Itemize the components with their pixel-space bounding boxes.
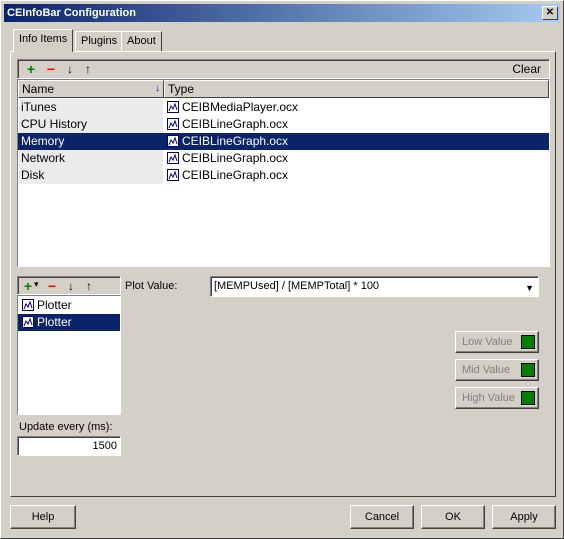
ocx-file-icon	[167, 169, 179, 181]
cancel-label: Cancel	[364, 511, 400, 523]
ocx-file-icon	[167, 118, 179, 130]
low-color-swatch	[521, 335, 535, 349]
move-up-icon[interactable]: ↑	[82, 279, 96, 293]
column-header-label: Type	[168, 82, 195, 96]
item-type: CEIBLineGraph.ocx	[165, 116, 288, 133]
mid-value-color-button[interactable]: Mid Value	[455, 359, 539, 381]
item-type: CEIBLineGraph.ocx	[165, 167, 288, 184]
low-value-color-button[interactable]: Low Value	[455, 331, 539, 353]
remove-icon[interactable]: −	[44, 62, 58, 76]
update-interval-input[interactable]: 1500	[17, 436, 121, 456]
mid-color-swatch	[521, 363, 535, 377]
add-plotter-icon[interactable]: +	[21, 279, 35, 293]
close-button[interactable]: ✕	[542, 6, 558, 20]
high-value-label: High Value	[462, 392, 515, 404]
title-bar: CEInfoBar Configuration ✕	[4, 4, 560, 22]
plotter-icon	[22, 299, 34, 311]
list-item[interactable]: Memory CEIBLineGraph.ocx	[18, 133, 549, 150]
high-value-color-button[interactable]: High Value	[455, 387, 539, 409]
ocx-file-icon	[167, 101, 179, 113]
move-down-icon[interactable]: ↓	[64, 279, 78, 293]
cancel-button[interactable]: Cancel	[350, 505, 414, 529]
move-up-icon[interactable]: ↑	[81, 62, 95, 76]
item-name: CPU History	[19, 116, 163, 133]
item-type: CEIBMediaPlayer.ocx	[165, 99, 298, 116]
add-dropdown-icon[interactable]: ▾	[34, 279, 39, 290]
update-interval-value: 1500	[92, 440, 117, 452]
config-window: CEInfoBar Configuration ✕ Info Items Plu…	[0, 0, 564, 539]
help-label: Help	[31, 511, 55, 523]
mid-value-label: Mid Value	[462, 364, 511, 376]
sort-arrow-icon: ↓	[155, 83, 160, 94]
plotter-label-wrap: Plotter	[22, 297, 72, 314]
chevron-down-icon[interactable]: ▼	[525, 279, 534, 297]
list-item[interactable]: Network CEIBLineGraph.ocx	[18, 150, 549, 167]
plotter-item[interactable]: Plotter	[18, 297, 120, 314]
tab-about[interactable]: About	[121, 31, 162, 51]
close-icon: ✕	[545, 7, 555, 18]
tab-plugins[interactable]: Plugins	[75, 31, 124, 51]
column-header-label: Name	[22, 82, 55, 96]
plotter-toolbar: + ▾ − ↓ ↑	[17, 276, 121, 295]
low-value-label: Low Value	[462, 336, 513, 348]
update-interval-label: Update every (ms):	[19, 421, 113, 433]
info-items-list[interactable]: Name ↓ Type iTunes CEIBMediaPlayer.ocx C…	[17, 79, 550, 267]
ocx-file-icon	[167, 152, 179, 164]
list-item[interactable]: iTunes CEIBMediaPlayer.ocx	[18, 99, 549, 116]
ok-button[interactable]: OK	[421, 505, 485, 529]
column-header-name[interactable]: Name ↓	[18, 80, 164, 98]
items-toolbar: + − ↓ ↑ Clear	[17, 59, 550, 79]
plotter-icon	[22, 316, 34, 328]
window-title: CEInfoBar Configuration	[7, 7, 136, 19]
plot-value-text: [MEMPUsed] / [MEMPTotal] * 100	[214, 280, 380, 292]
plotter-list[interactable]: Plotter Plotter	[17, 295, 121, 415]
remove-plotter-icon[interactable]: −	[45, 279, 59, 293]
ocx-file-icon	[167, 135, 179, 147]
plot-value-combobox[interactable]: [MEMPUsed] / [MEMPTotal] * 100 ▼	[210, 276, 539, 297]
item-type: CEIBLineGraph.ocx	[165, 150, 288, 167]
ok-label: OK	[445, 511, 461, 523]
move-down-icon[interactable]: ↓	[63, 62, 77, 76]
apply-label: Apply	[510, 511, 538, 523]
column-header-type[interactable]: Type	[164, 80, 549, 98]
plotter-item[interactable]: Plotter	[18, 314, 120, 331]
item-name: Disk	[19, 167, 163, 184]
clear-button[interactable]: Clear	[512, 62, 541, 76]
apply-button[interactable]: Apply	[492, 505, 556, 529]
item-type: CEIBLineGraph.ocx	[165, 133, 288, 150]
tab-label: Plugins	[81, 35, 118, 47]
tab-label: Info Items	[19, 33, 68, 45]
plotter-label-wrap: Plotter	[22, 314, 72, 331]
tab-label: About	[127, 35, 156, 47]
plot-value-label: Plot Value:	[125, 280, 178, 292]
item-name: iTunes	[19, 99, 163, 116]
list-item[interactable]: CPU History CEIBLineGraph.ocx	[18, 116, 549, 133]
item-name: Network	[19, 150, 163, 167]
add-icon[interactable]: +	[24, 62, 38, 76]
list-item[interactable]: Disk CEIBLineGraph.ocx	[18, 167, 549, 184]
help-button[interactable]: Help	[10, 505, 76, 529]
high-color-swatch	[521, 391, 535, 405]
item-name: Memory	[19, 133, 163, 150]
tab-info-items[interactable]: Info Items	[13, 29, 74, 52]
